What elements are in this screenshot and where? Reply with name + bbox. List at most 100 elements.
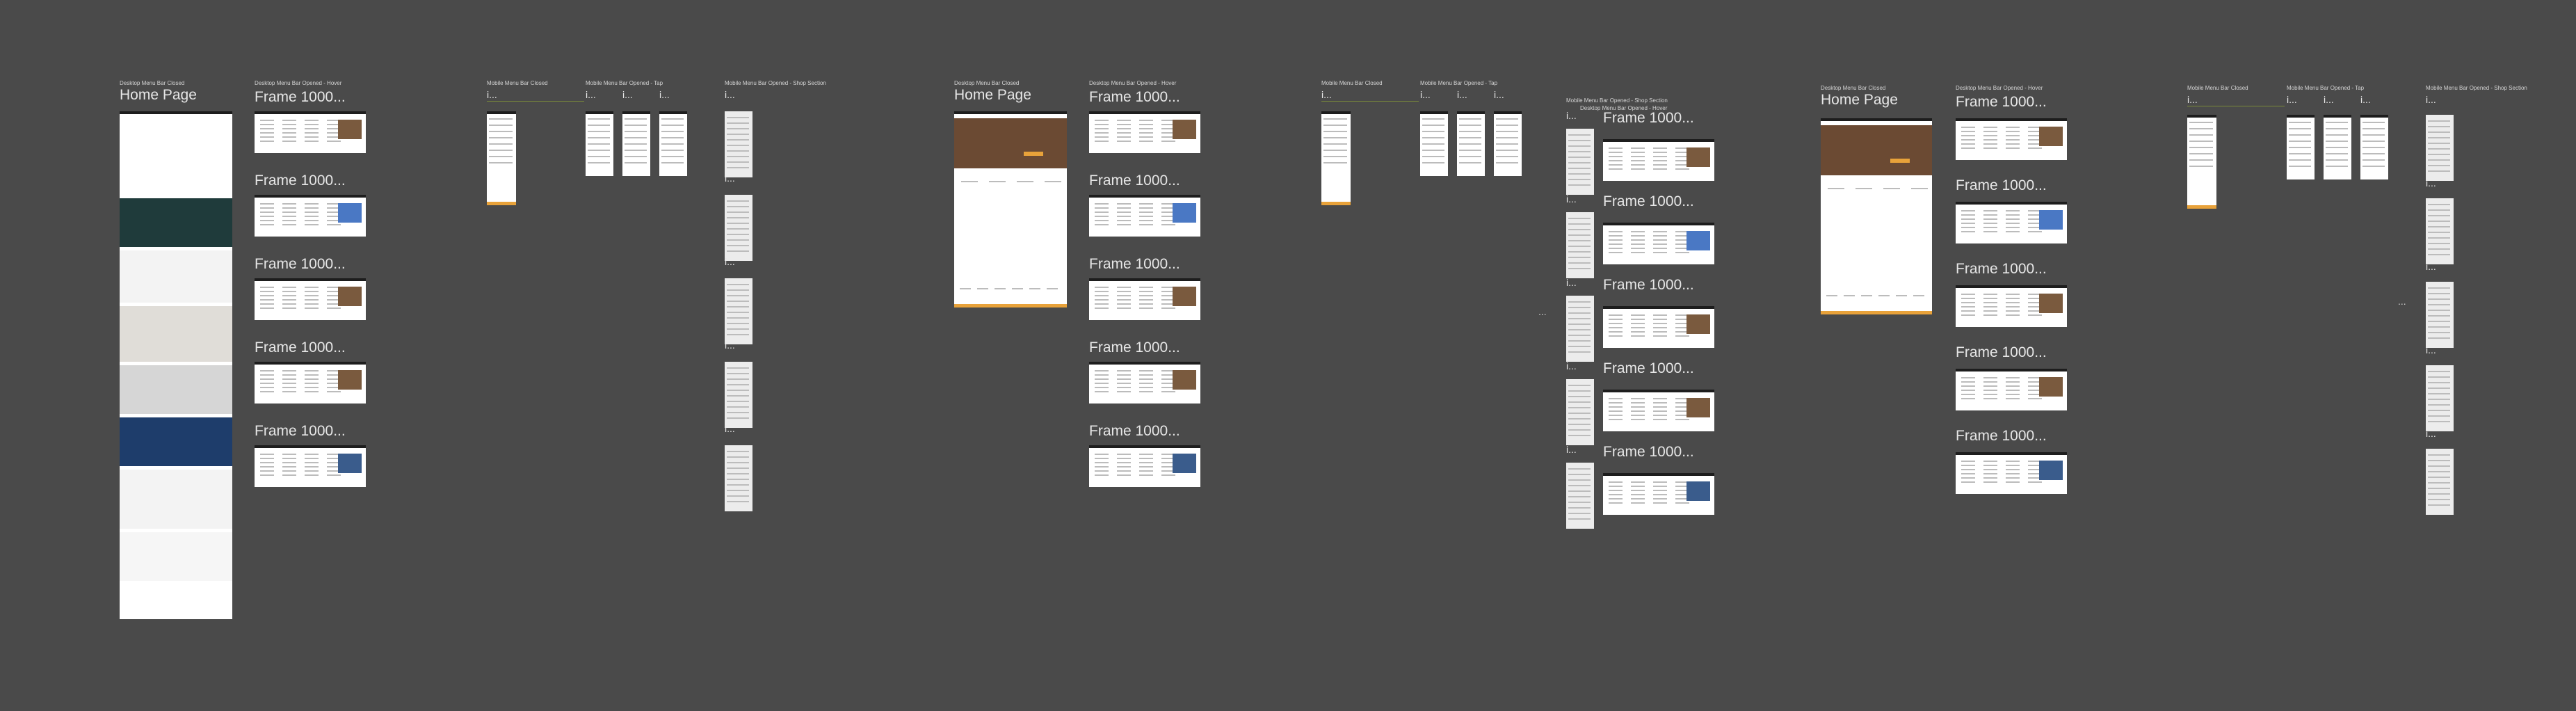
mobile-frame[interactable] bbox=[2426, 282, 2454, 348]
menu-line bbox=[2428, 221, 2450, 222]
menu-line bbox=[260, 203, 274, 205]
mobile-frame[interactable] bbox=[1566, 212, 1594, 278]
desktop-hover-frame[interactable] bbox=[255, 445, 366, 487]
desktop-hover-frame[interactable] bbox=[1603, 139, 1714, 181]
mobile-frame[interactable] bbox=[1321, 111, 1351, 205]
menu-line bbox=[2428, 126, 2450, 127]
desktop-hover-frame[interactable] bbox=[1603, 223, 1714, 264]
more-ellipsis[interactable]: ... bbox=[1538, 306, 1547, 317]
desktop-hover-frame[interactable] bbox=[1089, 278, 1200, 320]
mobile-frame[interactable] bbox=[2324, 115, 2351, 179]
menu-line bbox=[1983, 210, 1997, 211]
desktop-hover-frame[interactable] bbox=[1956, 202, 2067, 243]
menu-line bbox=[1631, 235, 1645, 237]
mobile-frame[interactable] bbox=[2426, 365, 2454, 431]
mobile-frame[interactable] bbox=[725, 362, 752, 428]
menu-line bbox=[1459, 131, 1481, 132]
desktop-hover-frame[interactable] bbox=[255, 362, 366, 404]
desktop-hover-frame[interactable] bbox=[1089, 111, 1200, 153]
menu-line bbox=[2428, 421, 2450, 422]
desktop-hover-frame[interactable] bbox=[1956, 369, 2067, 410]
mobile-frame-title: i... bbox=[725, 256, 735, 267]
menu-line bbox=[1117, 303, 1131, 305]
mobile-frame[interactable] bbox=[586, 111, 613, 176]
mobile-frame[interactable] bbox=[2426, 198, 2454, 264]
mobile-frame[interactable] bbox=[659, 111, 687, 176]
mobile-frame[interactable] bbox=[1457, 111, 1485, 176]
hero-cta-button[interactable] bbox=[1890, 159, 1910, 163]
frame-navbar bbox=[1956, 285, 2067, 288]
hero-cta-button[interactable] bbox=[1024, 152, 1043, 156]
mobile-shop-label: Mobile Menu Bar Opened - Shop Section bbox=[1566, 97, 1668, 104]
frame-navbar bbox=[1089, 111, 1200, 114]
desktop-hover-frame[interactable] bbox=[255, 195, 366, 237]
mobile-frame[interactable] bbox=[2287, 115, 2315, 179]
desktop-hover-frame[interactable] bbox=[1956, 452, 2067, 494]
menu-line bbox=[1631, 502, 1645, 504]
menu-line bbox=[1568, 229, 1591, 230]
menu-line bbox=[1983, 135, 1997, 136]
menu-line bbox=[625, 131, 647, 132]
desktop-hover-frame[interactable] bbox=[1956, 285, 2067, 327]
mobile-frame[interactable] bbox=[622, 111, 650, 176]
frame-navbar bbox=[2360, 115, 2388, 118]
menu-line bbox=[727, 334, 749, 335]
menu-line bbox=[727, 462, 749, 463]
menu-line bbox=[1568, 429, 1591, 431]
menu-line bbox=[661, 137, 684, 138]
menu-line bbox=[2428, 482, 2450, 484]
mobile-frame[interactable] bbox=[1566, 463, 1594, 529]
menu-line bbox=[2428, 471, 2450, 472]
home-page-title: Home Page bbox=[954, 87, 1031, 103]
mobile-frame[interactable] bbox=[725, 195, 752, 261]
menu-line bbox=[1961, 139, 1975, 141]
mobile-frame[interactable] bbox=[1566, 129, 1594, 195]
menu-line bbox=[1609, 494, 1623, 495]
desktop-hover-frame[interactable] bbox=[255, 278, 366, 320]
desktop-hover-frame[interactable] bbox=[1603, 390, 1714, 431]
desktop-hover-frame[interactable] bbox=[1603, 473, 1714, 515]
desktop-hover-frame[interactable] bbox=[1603, 306, 1714, 348]
menu-line bbox=[1139, 299, 1153, 301]
menu-line bbox=[1422, 156, 1444, 157]
footer-accent-bar bbox=[1321, 202, 1351, 205]
mobile-frame[interactable] bbox=[2187, 115, 2216, 209]
frame-navbar bbox=[2287, 115, 2315, 118]
mobile-frame[interactable] bbox=[2426, 449, 2454, 515]
menu-line bbox=[2428, 120, 2450, 122]
mobile-frame[interactable] bbox=[487, 111, 516, 205]
mobile-frame[interactable] bbox=[725, 111, 752, 177]
desktop-hover-frame[interactable] bbox=[1089, 195, 1200, 237]
home-section bbox=[120, 532, 232, 581]
desktop-hover-frame[interactable] bbox=[1956, 118, 2067, 160]
mobile-frame[interactable] bbox=[1566, 379, 1594, 445]
more-ellipsis[interactable]: ... bbox=[2398, 296, 2406, 307]
menu-line bbox=[1961, 398, 1975, 399]
menu-line bbox=[282, 307, 296, 309]
menu-line bbox=[2428, 143, 2450, 144]
desktop-hover-frame[interactable] bbox=[1089, 362, 1200, 404]
menu-line bbox=[1983, 223, 1997, 224]
menu-line bbox=[305, 458, 319, 459]
menu-line bbox=[1653, 168, 1667, 170]
home-page-frame[interactable] bbox=[1821, 118, 1932, 314]
home-page-frame[interactable] bbox=[954, 111, 1067, 307]
menu-line bbox=[2006, 461, 2020, 462]
mobile-frame[interactable] bbox=[2426, 115, 2454, 181]
mobile-frame[interactable] bbox=[2360, 115, 2388, 179]
mobile-tap-label: Mobile Menu Bar Opened - Tap bbox=[1420, 80, 1498, 86]
mobile-frame[interactable] bbox=[1420, 111, 1448, 176]
mobile-frame[interactable] bbox=[1566, 296, 1594, 362]
desktop-hover-frame[interactable] bbox=[1089, 445, 1200, 487]
mobile-frame[interactable] bbox=[1494, 111, 1522, 176]
hover-label: Desktop Menu Bar Opened - Hover bbox=[1089, 80, 1177, 86]
mobile-frame[interactable] bbox=[725, 278, 752, 344]
menu-line bbox=[1095, 224, 1109, 225]
mobile-frame[interactable] bbox=[725, 445, 752, 511]
menu-line bbox=[1117, 387, 1131, 388]
menu-line bbox=[1323, 118, 1347, 120]
menu-line bbox=[625, 162, 647, 163]
menu-line bbox=[2189, 166, 2213, 167]
home-page-frame[interactable] bbox=[120, 111, 232, 619]
desktop-hover-frame[interactable] bbox=[255, 111, 366, 153]
